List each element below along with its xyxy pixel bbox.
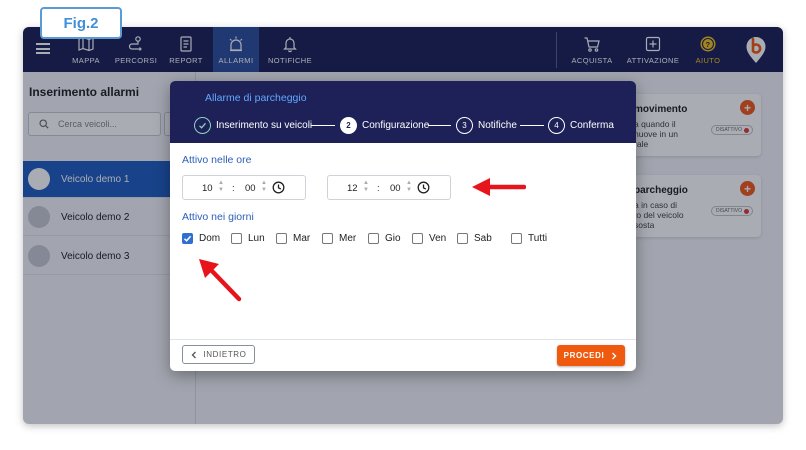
hour-value[interactable]: 10 [202, 183, 213, 194]
figure-label: Fig.2 [40, 7, 122, 39]
minute-spinner-icon[interactable]: ▲ ▼ [261, 180, 267, 194]
screenshot-root: Fig.2 MAPPA PERCORSI REPORT ALLARMI NOTI… [0, 0, 806, 450]
time-from-picker[interactable]: 10 ▲ ▼ : 00 ▲ ▼ [182, 175, 306, 200]
step-number: 2 [340, 116, 357, 134]
step-number: 4 [548, 116, 565, 134]
step-label: Conferma [570, 119, 614, 131]
hours-section-label: Attivo nelle ore [182, 154, 252, 166]
time-to-picker[interactable]: 12 ▲ ▼ : 00 ▲ ▼ [327, 175, 451, 200]
step-inserimento: Inserimento su veicoli [194, 116, 312, 134]
day-checkbox-lun[interactable]: Lun [231, 231, 265, 245]
next-button[interactable]: PROCEDI [557, 345, 625, 366]
step-connector [520, 125, 544, 126]
day-checkbox-ven[interactable]: Ven [412, 231, 446, 245]
checkbox-icon[interactable] [231, 232, 242, 244]
alarm-config-modal: Allarme di parcheggio Inserimento su vei… [170, 81, 636, 371]
step-number: 3 [456, 116, 473, 134]
annotation-arrow-icon [199, 259, 242, 302]
checkbox-icon[interactable] [322, 232, 333, 244]
day-label: Mer [339, 232, 357, 244]
day-label: Sab [474, 232, 492, 244]
time-separator: : [232, 183, 235, 194]
modal-title: Allarme di parcheggio [205, 92, 307, 104]
day-label: Mar [293, 232, 311, 244]
clock-icon[interactable] [417, 181, 430, 194]
minute-value[interactable]: 00 [390, 183, 401, 194]
chevron-right-icon [612, 352, 617, 359]
checkbox-checked-icon[interactable] [182, 232, 193, 244]
step-done-check-icon [194, 116, 211, 134]
hour-value[interactable]: 12 [347, 183, 358, 194]
day-label: Tutti [528, 232, 548, 244]
step-label: Inserimento su veicoli [216, 119, 313, 131]
day-checkbox-tutti[interactable]: Tutti [511, 231, 547, 245]
days-section-label: Attivo nei giorni [182, 211, 254, 223]
back-button[interactable]: INDIETRO [182, 345, 255, 364]
app-window: MAPPA PERCORSI REPORT ALLARMI NOTIFICHE [23, 27, 783, 424]
day-checkbox-sab[interactable]: Sab [457, 231, 492, 245]
step-notifiche: 3 Notifiche [456, 116, 517, 134]
annotation-arrow-icon [472, 178, 526, 196]
day-checkbox-dom[interactable]: Dom [182, 231, 220, 245]
time-separator: : [377, 183, 380, 194]
back-label: INDIETRO [203, 350, 247, 359]
day-label: Gio [385, 232, 401, 244]
day-label: Lun [248, 232, 265, 244]
minute-value[interactable]: 00 [245, 183, 256, 194]
minute-spinner-icon[interactable]: ▲ ▼ [406, 180, 412, 194]
step-label: Configurazione [362, 119, 430, 131]
next-label: PROCEDI [563, 351, 605, 360]
step-configurazione: 2 Configurazione [340, 116, 429, 134]
step-connector [428, 125, 451, 126]
day-label: Dom [199, 232, 221, 244]
clock-icon[interactable] [272, 181, 285, 194]
step-connector [311, 125, 335, 126]
day-checkbox-gio[interactable]: Gio [368, 231, 401, 245]
chevron-left-icon [192, 351, 197, 358]
step-conferma: 4 Conferma [548, 116, 614, 134]
day-checkbox-mar[interactable]: Mar [276, 231, 310, 245]
hour-spinner-icon[interactable]: ▲ ▼ [363, 180, 369, 194]
hour-spinner-icon[interactable]: ▲ ▼ [218, 180, 224, 194]
checkbox-icon[interactable] [457, 232, 468, 244]
checkbox-icon[interactable] [412, 232, 423, 244]
checkbox-icon[interactable] [511, 232, 522, 244]
step-label: Notifiche [478, 119, 517, 131]
checkbox-icon[interactable] [368, 232, 379, 244]
modal-footer-divider [170, 339, 636, 340]
checkbox-icon[interactable] [276, 232, 287, 244]
modal-header: Allarme di parcheggio Inserimento su vei… [170, 81, 636, 143]
day-label: Ven [429, 232, 447, 244]
day-checkbox-mer[interactable]: Mer [322, 231, 356, 245]
